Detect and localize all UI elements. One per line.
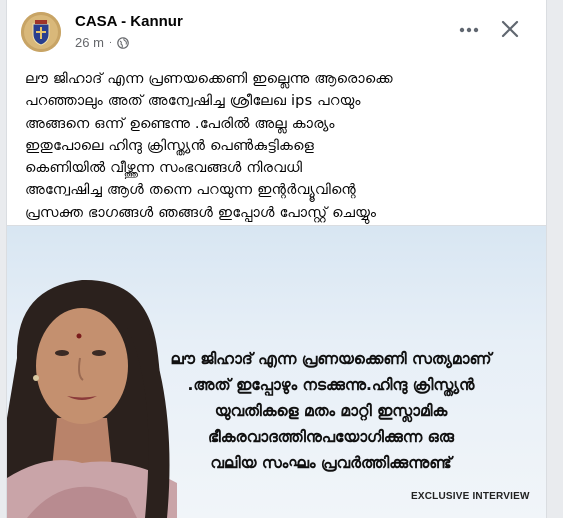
quote-line: വലിയ സംഘം പ്രവർത്തിക്കുന്നുണ്ട്	[210, 454, 452, 472]
post-header: CASA - Kannur 26 m ·	[7, 0, 546, 64]
casa-logo-icon	[21, 12, 61, 52]
post-card: CASA - Kannur 26 m · ലൗ ജിഹാദ് എന്ന പ്രണ…	[6, 0, 547, 518]
post-timestamp[interactable]: 26 m	[75, 35, 104, 50]
post-text-line: ലൗ ജിഹാദ് എന്ന പ്രണയക്കെണി ഇല്ലെന്നു ആരൊ…	[25, 71, 393, 87]
post-text-line: ഇതുപോലെ ഹിന്ദു ക്രിസ്ത്യൻ പെൺകുട്ടികളെ	[25, 137, 314, 154]
meta-separator: ·	[108, 37, 113, 48]
post-image[interactable]: ലൗ ജിഹാദ് എന്ന പ്രണയക്കെണി സത്യമാണ് .അത്…	[7, 226, 546, 518]
image-quote: ലൗ ജിഹാദ് എന്ന പ്രണയക്കെണി സത്യമാണ് .അത്…	[121, 346, 541, 476]
close-button[interactable]	[497, 16, 523, 42]
quote-line: യുവതികളെ മതം മാറ്റി ഇസ്ലാമിക	[214, 402, 448, 420]
page-avatar[interactable]	[21, 12, 61, 52]
post-meta: 26 m ·	[75, 35, 130, 50]
quote-line: ലൗ ജിഹാദ് എന്ന പ്രണയക്കെണി സത്യമാണ്	[170, 350, 492, 368]
post-text-line: കെണിയിൽ വീഴ്ത്തുന്ന സംഭവങ്ങൾ നിരവധി	[25, 160, 303, 177]
quote-line: .അത് ഇപ്പോഴും നടക്കുന്നു.ഹിന്ദു ക്രിസ്ത്…	[187, 376, 475, 394]
post-text-line: അങ്ങനെ ഒന്ന് ഉണ്ടെന്നു .പേരിൽ അല്ല കാര്യ…	[25, 115, 335, 132]
post-text-line: അന്വേഷിച്ച ആൾ തന്നെ പറയുന്ന ഇന്റർവ്യൂവിന…	[25, 182, 356, 199]
quote-line: ഭീകരവാദത്തിനുപയോഗിക്കുന്ന ഒരു	[208, 428, 454, 446]
post-text-line: പ്രസക്ത ഭാഗങ്ങൾ ഞങ്ങൾ ഇപ്പോൾ പോസ്റ്റ് ചെ…	[25, 204, 377, 221]
globe-icon[interactable]	[117, 36, 130, 49]
exclusive-interview-tag: EXCLUSIVE INTERVIEW	[411, 491, 530, 502]
page-name-link[interactable]: CASA - Kannur	[75, 13, 183, 30]
more-horizontal-icon	[459, 27, 479, 33]
close-icon	[501, 20, 519, 38]
post-body-text: ലൗ ജിഹാദ് എന്ന പ്രണയക്കെണി ഇല്ലെന്നു ആരൊ…	[25, 68, 535, 224]
more-options-button[interactable]	[457, 18, 481, 42]
page-background-strip	[546, 0, 563, 518]
post-text-line: പറഞ്ഞാലും അത് അന്വേഷിച്ച ശ്രീലേഖ ips പറയ…	[25, 93, 361, 110]
